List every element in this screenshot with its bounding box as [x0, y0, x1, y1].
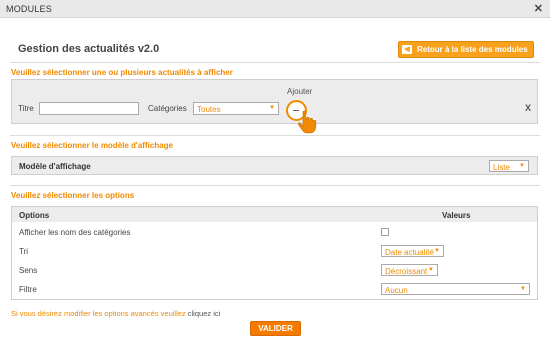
option-label: Afficher les nom des catégories — [19, 228, 131, 237]
titre-label: Titre — [18, 104, 34, 113]
titre-input[interactable] — [39, 102, 139, 115]
section-divider — [10, 185, 540, 186]
back-button-label: Retour à la liste des modules — [417, 45, 528, 54]
chevron-down-icon: ▼ — [520, 286, 526, 292]
option-label: Sens — [19, 266, 38, 275]
chevron-down-icon: ▼ — [269, 105, 275, 111]
show-category-names-checkbox[interactable] — [381, 228, 389, 236]
values-column-header: Valeurs — [442, 211, 471, 220]
chevron-left-icon: ◀ — [402, 45, 412, 54]
advanced-options-text: Si vous désirez modifier les options ava… — [11, 309, 186, 318]
display-section-heading: Veuillez sélectionner le modèle d'affich… — [11, 141, 173, 150]
option-row-filtre: Filtre Aucun ▼ — [12, 280, 537, 299]
option-row-tri: Tri Date actualité ▼ — [12, 242, 537, 261]
back-to-modules-button[interactable]: ◀ Retour à la liste des modules — [398, 41, 534, 58]
section-divider — [10, 135, 540, 136]
display-model-panel: Modèle d'affichage Liste ▼ — [11, 156, 538, 175]
categories-select[interactable]: Toutes ▼ — [193, 102, 279, 115]
page-title: Gestion des actualités v2.0 — [18, 43, 160, 55]
options-table: Options Valeurs Afficher les nom des cat… — [11, 206, 538, 300]
options-column-header: Options — [19, 211, 50, 220]
news-filter-panel: Ajouter Titre Catégories Toutes ▼ X — [11, 79, 538, 134]
add-label: Ajouter — [287, 87, 313, 96]
submit-button[interactable]: VALIDER — [250, 321, 301, 336]
option-row-sens: Sens Décroissant ▼ — [12, 261, 537, 280]
header-divider — [10, 62, 540, 63]
option-row-category-names: Afficher les nom des catégories — [12, 223, 537, 242]
chevron-down-icon: ▼ — [428, 267, 434, 273]
advanced-options-link[interactable]: cliquez ici — [188, 309, 221, 318]
news-section-heading: Veuillez sélectionner une ou plusieurs a… — [11, 68, 233, 77]
window-titlebar: MODULES ✕ — [0, 0, 550, 18]
close-icon[interactable]: ✕ — [534, 2, 543, 15]
window-title: MODULES — [6, 4, 52, 14]
categories-value: Toutes — [197, 105, 221, 114]
sens-value: Décroissant — [385, 267, 428, 276]
remove-filter-button[interactable]: X — [525, 103, 531, 113]
tri-value: Date actualité — [385, 248, 434, 257]
chevron-down-icon: ▼ — [519, 163, 525, 169]
tri-select[interactable]: Date actualité ▼ — [381, 245, 444, 257]
sens-select[interactable]: Décroissant ▼ — [381, 264, 438, 276]
categories-label: Catégories — [148, 104, 187, 113]
filtre-value: Aucun — [385, 286, 408, 295]
option-label: Tri — [19, 247, 29, 256]
advanced-options-note: Si vous désirez modifier les options ava… — [11, 309, 220, 318]
display-model-label: Modèle d'affichage — [19, 162, 91, 171]
chevron-down-icon: ▼ — [434, 248, 440, 254]
hand-pointer-icon — [298, 110, 317, 134]
option-label: Filtre — [19, 285, 37, 294]
options-section-heading: Veuillez sélectionner les options — [11, 191, 135, 200]
display-model-select[interactable]: Liste ▼ — [489, 160, 529, 172]
options-table-header: Options Valeurs — [12, 207, 537, 222]
display-model-value: Liste — [493, 163, 510, 172]
filtre-select[interactable]: Aucun ▼ — [381, 283, 530, 295]
